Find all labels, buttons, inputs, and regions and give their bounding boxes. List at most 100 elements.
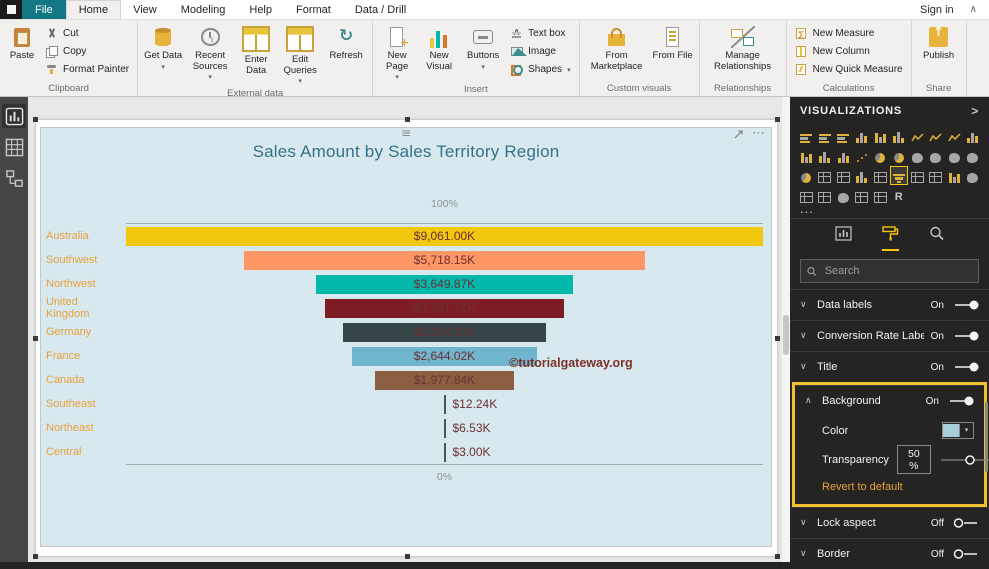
tab-file[interactable]: File	[22, 0, 66, 19]
toggle-on[interactable]	[953, 330, 979, 342]
selection-handle[interactable]	[33, 554, 38, 559]
focus-mode-icon[interactable]	[733, 129, 744, 140]
power-apps-icon[interactable]	[854, 187, 871, 204]
format-section-title[interactable]: ∨ Title On	[790, 351, 989, 382]
line-and-stacked-column-chart-icon[interactable]	[965, 127, 982, 144]
toggle-off[interactable]	[953, 517, 979, 529]
tab-modeling[interactable]: Modeling	[169, 0, 238, 19]
funnel-chart-icon[interactable]	[889, 166, 908, 185]
ribbon-button-format-painter[interactable]: Format Painter	[42, 61, 132, 78]
tab-data-drill[interactable]: Data / Drill	[343, 0, 418, 19]
r-script-visual-icon[interactable]: R	[891, 187, 908, 204]
tab-view[interactable]: View	[121, 0, 169, 19]
ribbon-button-refresh[interactable]: Refresh	[325, 22, 367, 87]
stacked-area-chart-icon[interactable]	[946, 127, 963, 144]
selection-handle[interactable]	[775, 554, 780, 559]
selection-handle[interactable]	[33, 336, 38, 341]
collapse-panel-icon[interactable]: >	[971, 104, 979, 118]
tab-home[interactable]: Home	[65, 0, 122, 19]
ribbon-button-get-data[interactable]: Get Data ▾	[143, 22, 183, 87]
canvas-scrollbar-thumb[interactable]	[783, 315, 789, 355]
ribbon-button-buttons[interactable]: Buttons ▾	[462, 22, 504, 83]
more-options-icon[interactable]: ⋯	[752, 127, 765, 140]
ribbon-button-text-box[interactable]: Text box	[507, 25, 573, 42]
ribbon-button-new-visual[interactable]: New Visual	[419, 22, 459, 83]
funnel-bar[interactable]	[443, 394, 446, 414]
gauge-icon[interactable]	[798, 167, 815, 184]
stacked-column-chart-icon[interactable]	[854, 127, 871, 144]
search-input[interactable]	[822, 264, 972, 278]
report-view-button[interactable]	[2, 104, 26, 128]
toggle-on[interactable]	[953, 361, 979, 373]
ribbon-button-copy[interactable]: Copy	[42, 43, 132, 60]
tab-analytics[interactable]	[929, 226, 945, 251]
table-icon[interactable]	[909, 167, 926, 184]
format-section-background[interactable]: ∧ Background On	[795, 385, 984, 416]
smart-narrative-icon[interactable]	[817, 187, 834, 204]
area-chart-icon[interactable]	[928, 127, 945, 144]
selection-handle[interactable]	[775, 336, 780, 341]
ribbon-button-new-column[interactable]: New Column	[792, 43, 906, 60]
treemap-icon[interactable]	[909, 147, 926, 164]
donut-chart-icon[interactable]	[891, 147, 908, 164]
ribbon-button-new-measure[interactable]: New Measure	[792, 25, 906, 42]
toggle-on[interactable]	[953, 299, 979, 311]
line-and-clustered-column-chart-icon[interactable]	[798, 147, 815, 164]
toggle-on[interactable]	[948, 395, 974, 407]
data-view-button[interactable]	[2, 135, 26, 159]
format-section-conversion-rate-label[interactable]: ∨ Conversion Rate Label On	[790, 320, 989, 351]
ribbon-button-image[interactable]: Image	[507, 43, 573, 60]
selection-handle[interactable]	[404, 554, 410, 559]
arcgis-map-icon[interactable]	[965, 167, 982, 184]
ribbon-button-edit-queries[interactable]: Edit Queries ▾	[278, 22, 322, 87]
transparency-value[interactable]: 50 %	[896, 445, 931, 474]
model-view-button[interactable]	[2, 166, 26, 190]
selection-handle[interactable]	[33, 117, 38, 122]
ribbon-button-new-page[interactable]: New Page▾	[378, 22, 416, 83]
filled-map-icon[interactable]	[946, 147, 963, 164]
panel-scrollbar-thumb[interactable]	[985, 402, 988, 472]
save-icon[interactable]	[0, 0, 22, 19]
format-section-lock-aspect[interactable]: ∨ Lock aspect Off	[790, 507, 989, 538]
slicer-icon[interactable]	[872, 167, 889, 184]
clustered-column-chart-icon[interactable]	[872, 127, 889, 144]
funnel-visual[interactable]: ≡ ⋯ Sales Amount by Sales Territory Regi…	[40, 126, 772, 547]
ribbon-button-recent-sources[interactable]: Recent Sources ▾	[186, 22, 234, 87]
clustered-bar-chart-icon[interactable]	[817, 127, 834, 144]
waterfall-chart-icon[interactable]	[835, 147, 852, 164]
collapse-ribbon-icon[interactable]: ∧	[970, 4, 977, 15]
kpi-icon[interactable]	[854, 167, 871, 184]
canvas-scrollbar[interactable]	[782, 97, 790, 562]
scatter-chart-icon[interactable]	[854, 147, 871, 164]
100-stacked-column-chart-icon[interactable]	[891, 127, 908, 144]
ribbon-button-new-quick-measure[interactable]: New Quick Measure	[792, 61, 906, 78]
tab-help[interactable]: Help	[237, 0, 284, 19]
selection-handle[interactable]	[775, 117, 780, 122]
format-section-data-labels[interactable]: ∨ Data labels On	[790, 289, 989, 320]
selection-handle[interactable]	[404, 117, 410, 122]
100-stacked-bar-chart-icon[interactable]	[835, 127, 852, 144]
paginated-report-icon[interactable]	[872, 187, 889, 204]
revert-to-default-link[interactable]: Revert to default	[795, 474, 984, 504]
drag-grip-icon[interactable]: ≡	[401, 126, 411, 140]
shape-map-icon[interactable]	[965, 147, 982, 164]
map-icon[interactable]	[928, 147, 945, 164]
key-influencers-icon[interactable]	[946, 167, 963, 184]
ribbon-button-cut[interactable]: Cut	[42, 25, 132, 42]
pie-chart-icon[interactable]	[872, 147, 889, 164]
stacked-bar-chart-icon[interactable]	[798, 127, 815, 144]
ribbon-chart-icon[interactable]	[817, 147, 834, 164]
ribbon-button-publish[interactable]: Publish	[917, 22, 961, 82]
card-icon[interactable]	[817, 167, 834, 184]
transparency-slider[interactable]	[939, 454, 989, 466]
report-page[interactable]: ≡ ⋯ Sales Amount by Sales Territory Regi…	[33, 117, 780, 559]
toggle-off[interactable]	[953, 548, 979, 560]
color-swatch-dropdown[interactable]: ▾	[942, 422, 974, 439]
ribbon-button-enter-data[interactable]: Enter Data	[237, 22, 275, 87]
funnel-bar[interactable]	[443, 442, 446, 462]
tab-format[interactable]: Format	[284, 0, 343, 19]
line-chart-icon[interactable]	[909, 127, 926, 144]
tab-fields[interactable]	[834, 226, 852, 251]
ribbon-button-shapes[interactable]: Shapes ▾	[507, 61, 573, 78]
ribbon-button-manage-relationships[interactable]: Manage Relationships	[705, 22, 781, 82]
